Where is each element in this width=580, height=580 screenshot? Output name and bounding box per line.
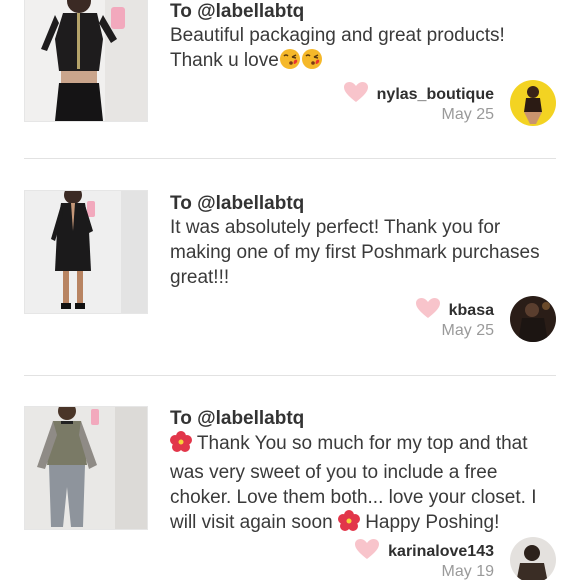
message-text: It was absolutely perfect! Thank you for… [170, 217, 540, 288]
avatar[interactable] [510, 80, 556, 126]
note-divider [24, 375, 556, 376]
note-recipient[interactable]: To @labellabtq [170, 408, 304, 430]
love-notes-feed: To @labellabtq Beautiful packaging and g… [0, 0, 580, 580]
note-recipient[interactable]: To @labellabtq [170, 193, 304, 215]
listing-photo [25, 0, 147, 121]
sender-username[interactable]: kbasa [449, 302, 494, 320]
note-signature: karinalove143 [354, 538, 494, 565]
message-text: Beautiful packaging and great products! … [170, 25, 505, 71]
hibiscus-emoji [337, 510, 360, 539]
note-signature: kbasa [415, 297, 494, 324]
note-message: It was absolutely perfect! Thank you for… [170, 215, 560, 290]
avatar[interactable] [510, 296, 556, 342]
listing-thumbnail[interactable] [24, 406, 148, 530]
note-divider [24, 158, 556, 159]
note-date: May 19 [441, 563, 494, 580]
listing-photo [25, 407, 147, 529]
sender-username[interactable]: karinalove143 [388, 543, 494, 561]
note-date: May 25 [441, 106, 494, 123]
avatar[interactable] [510, 537, 556, 580]
heart-icon [415, 297, 441, 324]
note-recipient[interactable]: To @labellabtq [170, 1, 304, 23]
sender-username[interactable]: nylas_boutique [377, 86, 494, 104]
note-date: May 25 [441, 322, 494, 339]
listing-thumbnail[interactable] [24, 190, 148, 314]
heart-icon [343, 81, 369, 108]
kissing-face-emoji [279, 48, 301, 77]
note-message: Thank You so much for my top and that wa… [170, 431, 562, 539]
listing-thumbnail[interactable] [24, 0, 148, 122]
listing-photo [25, 191, 147, 313]
kissing-face-emoji [301, 48, 323, 77]
hibiscus-emoji [170, 431, 192, 460]
note-message: Beautiful packaging and great products! … [170, 23, 540, 77]
message-text: Happy Poshing! [359, 512, 500, 533]
heart-icon [354, 538, 380, 565]
note-signature: nylas_boutique [343, 81, 494, 108]
